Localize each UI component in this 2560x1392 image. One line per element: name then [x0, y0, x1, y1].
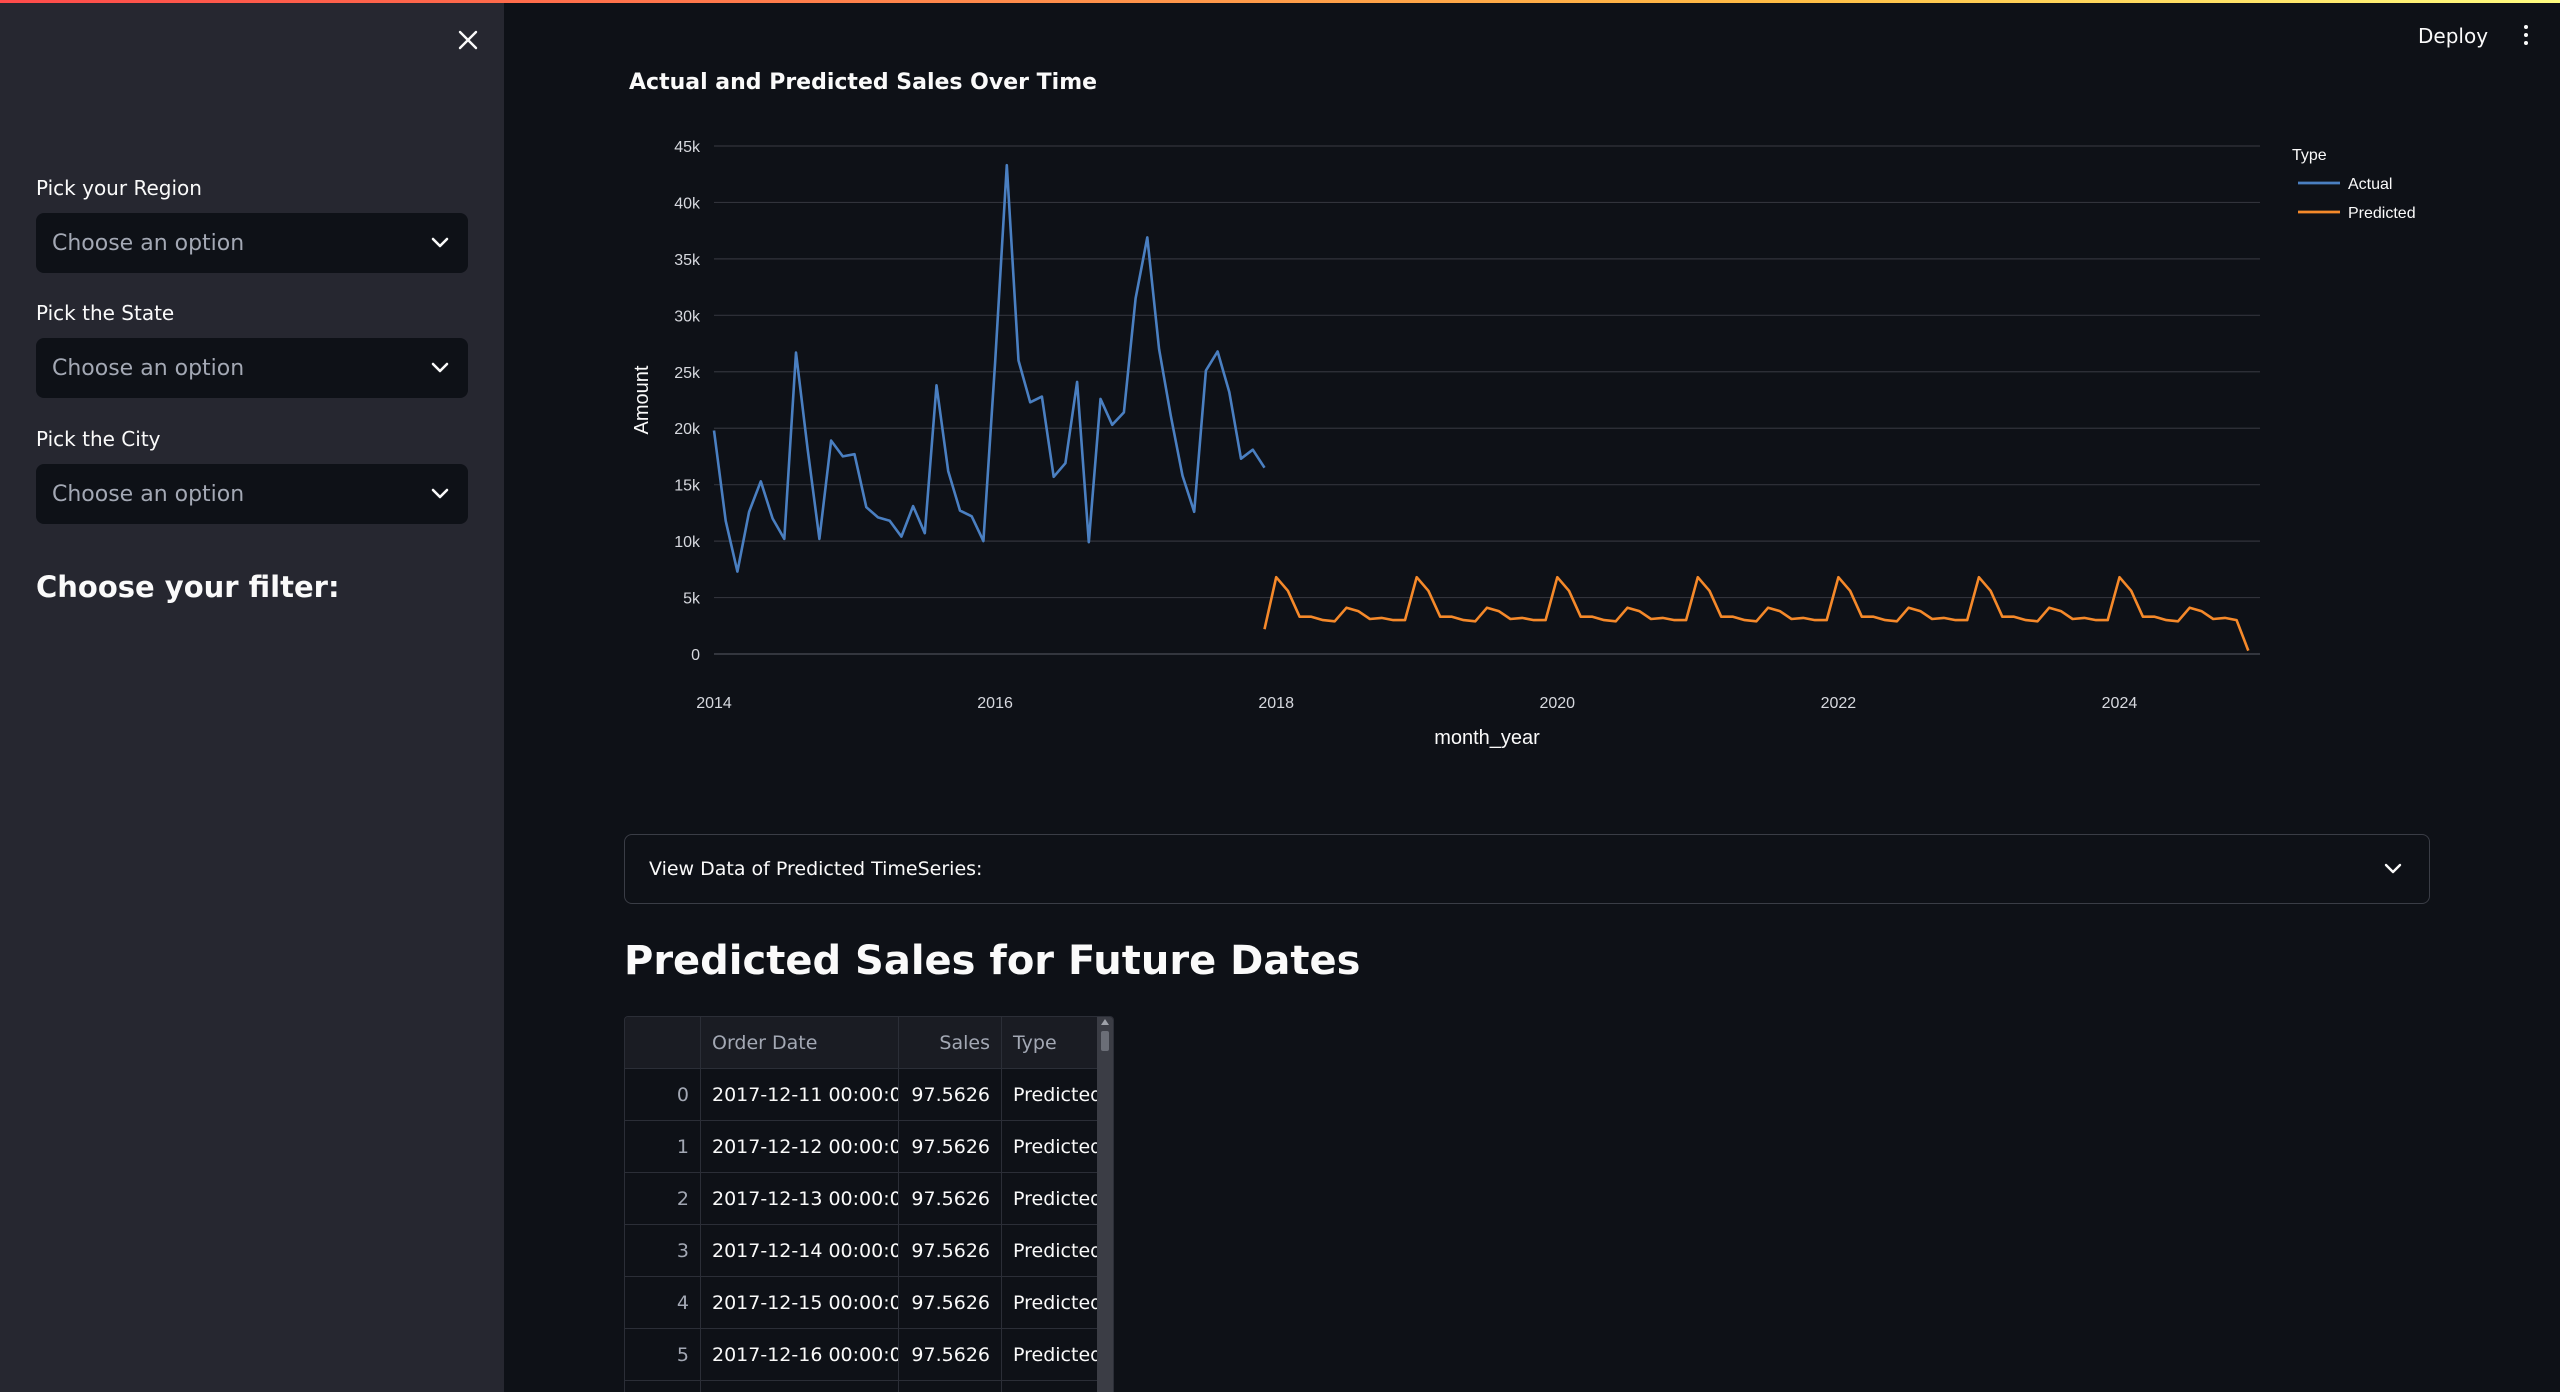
- y-tick-label: 15k: [674, 478, 701, 495]
- legend-title: Type: [2292, 147, 2327, 164]
- cell-sales[interactable]: 97.5626: [899, 1329, 1002, 1380]
- sales-line-chart: 0 5k 10k 15k 20k 25k 30k 35k 40k 45k 2014 2016 2018 2…: [631, 139, 2416, 749]
- kebab-dot-icon: [2524, 33, 2528, 37]
- cell-index[interactable]: 4: [625, 1277, 701, 1328]
- cell-sales[interactable]: 97.5626: [899, 1121, 1002, 1172]
- close-sidebar-button[interactable]: [450, 22, 486, 58]
- scroll-thumb[interactable]: [1101, 1031, 1109, 1051]
- table-grid: Order Date Sales Type 0 2017-12-11 00:00:…: [625, 1017, 1099, 1392]
- region-label: Pick your Region: [36, 176, 202, 200]
- cell-index[interactable]: 6: [625, 1381, 701, 1392]
- cell-index[interactable]: 0: [625, 1069, 701, 1120]
- state-select-placeholder: Choose an option: [52, 355, 245, 381]
- chevron-down-icon: [428, 482, 452, 506]
- cell-order-date[interactable]: 2017-12-14 00:00:00: [701, 1225, 899, 1276]
- close-icon: [458, 30, 478, 50]
- series-line-predicted: [1263, 575, 2250, 652]
- table-row[interactable]: 5 2017-12-16 00:00:00 97.5626 Predicted: [625, 1329, 1099, 1381]
- deploy-button[interactable]: Deploy: [2410, 20, 2496, 52]
- x-axis-label: month_year: [1434, 727, 1540, 749]
- x-tick-label: 2022: [1821, 695, 1857, 712]
- y-tick-label: 0: [691, 647, 700, 664]
- cell-type[interactable]: Predicted: [1002, 1277, 1099, 1328]
- cell-index[interactable]: 1: [625, 1121, 701, 1172]
- state-select[interactable]: Choose an option: [36, 338, 468, 398]
- state-label: Pick the State: [36, 301, 175, 325]
- cell-order-date[interactable]: 2017-12-12 00:00:00: [701, 1121, 899, 1172]
- table-scrollbar[interactable]: [1097, 1017, 1113, 1392]
- cell-index[interactable]: 3: [625, 1225, 701, 1276]
- x-tick-label: 2018: [1258, 695, 1294, 712]
- cell-sales[interactable]: 97.5626: [899, 1225, 1002, 1276]
- scroll-up-icon[interactable]: [1101, 1019, 1109, 1025]
- column-header-sales[interactable]: Sales: [899, 1017, 1002, 1068]
- series-line-actual: [712, 163, 1266, 573]
- chart-title: Actual and Predicted Sales Over Time: [629, 70, 1098, 95]
- section-heading: Predicted Sales for Future Dates: [624, 938, 1361, 984]
- cell-type[interactable]: Predicted: [1002, 1069, 1099, 1120]
- cell-type[interactable]: Predicted: [1002, 1121, 1099, 1172]
- chevron-down-icon: [428, 356, 452, 380]
- column-header-index[interactable]: [625, 1017, 701, 1068]
- predicted-data-expander[interactable]: View Data of Predicted TimeSeries:: [624, 834, 2430, 904]
- predicted-sales-table[interactable]: Order Date Sales Type 0 2017-12-11 00:00:…: [624, 1016, 1114, 1392]
- filter-heading: Choose your filter:: [36, 570, 340, 604]
- y-tick-label: 10k: [674, 534, 701, 551]
- y-tick-label: 40k: [674, 195, 701, 212]
- expander-label: View Data of Predicted TimeSeries:: [649, 858, 983, 880]
- y-tick-label: 30k: [674, 308, 701, 325]
- table-header-row: Order Date Sales Type: [625, 1017, 1099, 1069]
- cell-order-date[interactable]: 2017-12-17 00:00:00: [701, 1381, 899, 1392]
- table-row[interactable]: 3 2017-12-14 00:00:00 97.5626 Predicted: [625, 1225, 1099, 1277]
- column-header-type[interactable]: Type: [1002, 1017, 1099, 1068]
- x-tick-label: 2020: [1539, 695, 1575, 712]
- cell-type[interactable]: Predicted: [1002, 1173, 1099, 1224]
- kebab-dot-icon: [2524, 25, 2528, 29]
- column-header-order-date[interactable]: Order Date: [701, 1017, 899, 1068]
- chevron-down-icon: [2381, 857, 2405, 881]
- cell-index[interactable]: 5: [625, 1329, 701, 1380]
- cell-index[interactable]: 2: [625, 1173, 701, 1224]
- table-row[interactable]: 1 2017-12-12 00:00:00 97.5626 Predicted: [625, 1121, 1099, 1173]
- cell-order-date[interactable]: 2017-12-13 00:00:00: [701, 1173, 899, 1224]
- main-menu-button[interactable]: [2516, 20, 2536, 50]
- region-select-placeholder: Choose an option: [52, 230, 245, 256]
- cell-type[interactable]: Predicted: [1002, 1225, 1099, 1276]
- cell-order-date[interactable]: 2017-12-15 00:00:00: [701, 1277, 899, 1328]
- legend-label-actual: Actual: [2348, 176, 2392, 193]
- cell-sales[interactable]: 97.5626: [899, 1069, 1002, 1120]
- cell-order-date[interactable]: 2017-12-16 00:00:00: [701, 1329, 899, 1380]
- top-decoration-bar: [0, 0, 2560, 3]
- x-tick-label: 2014: [696, 695, 732, 712]
- x-tick-label: 2024: [2102, 695, 2138, 712]
- y-tick-label: 5k: [683, 591, 701, 608]
- table-row[interactable]: 62017-12-17 00:00:0097.5626Predicted: [625, 1381, 1099, 1392]
- city-select-placeholder: Choose an option: [52, 481, 245, 507]
- y-axis-label: Amount: [631, 365, 653, 434]
- city-label: Pick the City: [36, 427, 161, 451]
- y-tick-label: 25k: [674, 365, 701, 382]
- app-root: Pick your Region Choose an option Pick t…: [0, 0, 2560, 1392]
- legend-label-predicted: Predicted: [2348, 205, 2416, 222]
- chevron-down-icon: [428, 231, 452, 255]
- y-tick-label: 20k: [674, 421, 701, 438]
- cell-type[interactable]: Predicted: [1002, 1329, 1099, 1380]
- cell-type[interactable]: Predicted: [1002, 1381, 1099, 1392]
- city-select[interactable]: Choose an option: [36, 464, 468, 524]
- sidebar: Pick your Region Choose an option Pick t…: [0, 0, 504, 1392]
- table-row[interactable]: 0 2017-12-11 00:00:00 97.5626 Predicted: [625, 1069, 1099, 1121]
- cell-sales[interactable]: 97.5626: [899, 1173, 1002, 1224]
- y-tick-label: 35k: [674, 252, 701, 269]
- cell-sales[interactable]: 97.5626: [899, 1277, 1002, 1328]
- x-tick-label: 2016: [977, 695, 1013, 712]
- region-select[interactable]: Choose an option: [36, 213, 468, 273]
- table-row[interactable]: 4 2017-12-15 00:00:00 97.5626 Predicted: [625, 1277, 1099, 1329]
- y-tick-label: 45k: [674, 139, 701, 156]
- cell-sales[interactable]: 97.5626: [899, 1381, 1002, 1392]
- table-row[interactable]: 2 2017-12-13 00:00:00 97.5626 Predicted: [625, 1173, 1099, 1225]
- kebab-dot-icon: [2524, 41, 2528, 45]
- cell-order-date[interactable]: 2017-12-11 00:00:00: [701, 1069, 899, 1120]
